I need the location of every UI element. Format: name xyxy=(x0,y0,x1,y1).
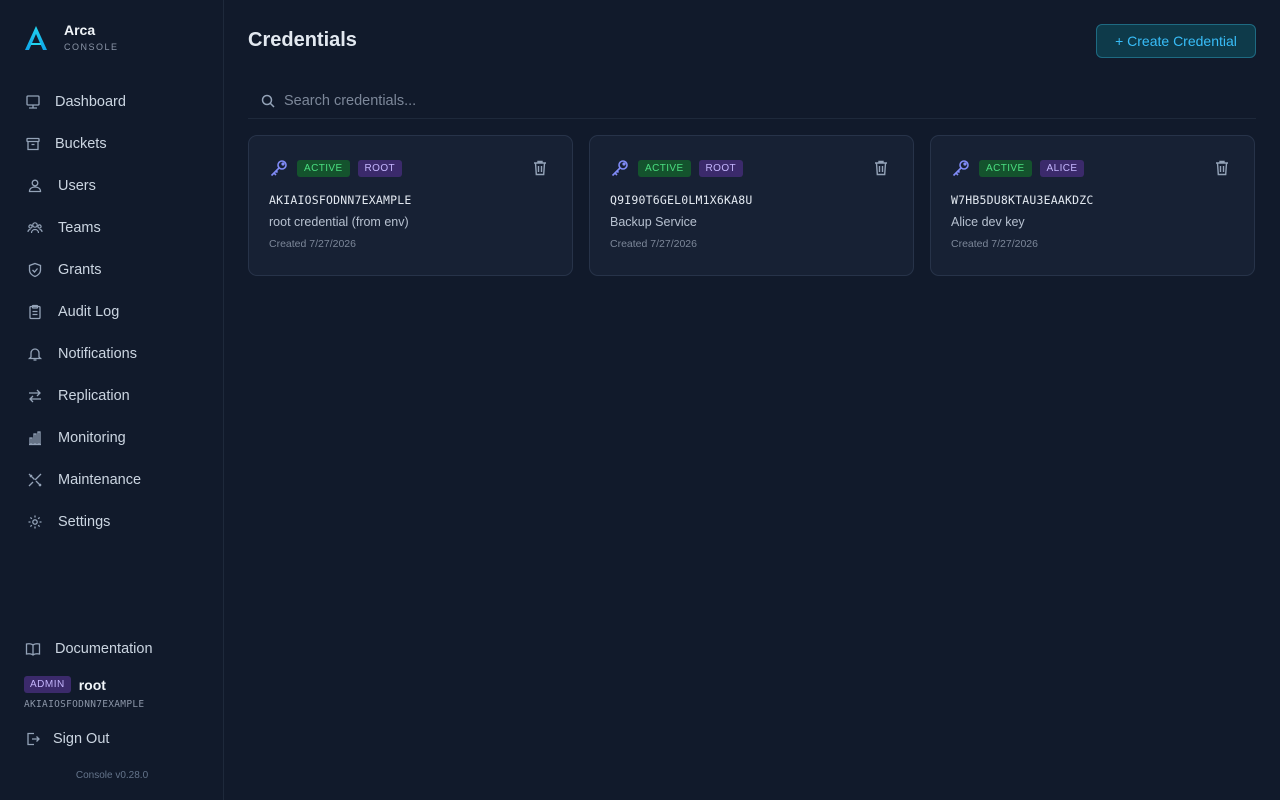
console-version: Console v0.28.0 xyxy=(75,770,149,781)
sidebar-item-replication[interactable]: Replication xyxy=(24,378,210,414)
sidebar-item-notifications[interactable]: Notifications xyxy=(24,336,210,372)
delete-credential-icon[interactable] xyxy=(873,159,889,177)
sidebar-nav: Dashboard Buckets Users Teams Grants Aud… xyxy=(24,84,210,546)
owner-badge: ROOT xyxy=(698,159,744,177)
sidebar-item-label: Monitoring xyxy=(58,430,126,446)
created-date: Created 7/27/2026 xyxy=(951,238,1038,250)
create-credential-button[interactable]: + Create Credential xyxy=(1096,24,1256,58)
search-input[interactable] xyxy=(284,93,1184,109)
clipboard-icon xyxy=(26,303,44,321)
sidebar-item-grants[interactable]: Grants xyxy=(24,252,210,288)
arrows-icon xyxy=(26,387,44,405)
bell-icon xyxy=(26,345,44,363)
owner-badge: ALICE xyxy=(1039,159,1085,177)
documentation-link[interactable]: Documentation xyxy=(24,638,153,660)
sidebar-item-monitoring[interactable]: Monitoring xyxy=(24,420,210,456)
access-key: W7HB5DU8KTAU3EAAKDZC xyxy=(951,193,1094,207)
user-name: root xyxy=(78,676,106,693)
credential-description: root credential (from env) xyxy=(269,215,409,229)
dashboard-icon xyxy=(24,93,42,111)
access-key: Q9I90T6GEL0LM1X6KA8U xyxy=(610,193,753,207)
search-icon xyxy=(260,93,276,109)
sidebar-item-label: Maintenance xyxy=(58,472,142,488)
sidebar-item-settings[interactable]: Settings xyxy=(24,504,210,540)
delete-credential-icon[interactable] xyxy=(532,159,548,177)
sidebar-item-label: Audit Log xyxy=(58,304,120,320)
access-key: AKIAIOSFODNN7EXAMPLE xyxy=(269,193,412,207)
user-icon xyxy=(26,177,44,195)
sidebar-item-label: Settings xyxy=(58,514,111,530)
brand[interactable]: Arca CONSOLE xyxy=(24,22,119,53)
shield-check-icon xyxy=(26,261,44,279)
sidebar-item-audit-log[interactable]: Audit Log xyxy=(24,294,210,330)
archive-icon xyxy=(24,135,42,153)
key-icon xyxy=(269,158,289,178)
arca-logo-icon xyxy=(25,25,47,50)
sign-out-icon xyxy=(24,730,42,748)
key-icon xyxy=(951,158,971,178)
status-badge: ACTIVE xyxy=(297,159,350,177)
gear-icon xyxy=(26,513,44,531)
credential-description: Backup Service xyxy=(610,215,697,229)
status-badge: ACTIVE xyxy=(638,159,691,177)
search-bar xyxy=(248,84,1256,119)
documentation-label: Documentation xyxy=(55,641,153,657)
sidebar-item-label: Grants xyxy=(58,262,102,278)
bar-chart-icon xyxy=(26,429,44,447)
teams-icon xyxy=(26,219,44,237)
credential-card[interactable]: ACTIVE ALICE W7HB5DU8KTAU3EAAKDZC Alice … xyxy=(930,135,1255,276)
book-icon xyxy=(24,640,42,658)
sidebar-item-dashboard[interactable]: Dashboard xyxy=(24,84,210,120)
key-icon xyxy=(610,158,630,178)
sidebar-item-label: Notifications xyxy=(58,346,137,362)
sidebar-item-label: Buckets xyxy=(55,136,107,152)
user-access-key: AKIAIOSFODNN7EXAMPLE xyxy=(24,699,145,710)
brand-name: Arca xyxy=(64,22,96,38)
sidebar: Arca CONSOLE Dashboard Buckets Users Tea… xyxy=(0,0,224,800)
sidebar-item-teams[interactable]: Teams xyxy=(24,210,210,246)
sidebar-item-users[interactable]: Users xyxy=(24,168,210,204)
credential-description: Alice dev key xyxy=(951,215,1025,229)
sidebar-item-label: Replication xyxy=(58,388,130,404)
credential-card[interactable]: ACTIVE ROOT Q9I90T6GEL0LM1X6KA8U Backup … xyxy=(589,135,914,276)
created-date: Created 7/27/2026 xyxy=(610,238,697,250)
sidebar-item-label: Teams xyxy=(58,220,101,236)
sidebar-item-buckets[interactable]: Buckets xyxy=(24,126,210,162)
delete-credential-icon[interactable] xyxy=(1214,159,1230,177)
sign-out-button[interactable]: Sign Out xyxy=(24,729,109,749)
status-badge: ACTIVE xyxy=(979,159,1032,177)
page-title: Credentials xyxy=(248,29,357,51)
sidebar-item-label: Users xyxy=(58,178,96,194)
created-date: Created 7/27/2026 xyxy=(269,238,356,250)
sidebar-item-label: Dashboard xyxy=(55,94,126,110)
brand-subtitle: CONSOLE xyxy=(64,42,119,52)
current-user: ADMIN root AKIAIOSFODNN7EXAMPLE xyxy=(24,676,144,710)
owner-badge: ROOT xyxy=(357,159,403,177)
sign-out-label: Sign Out xyxy=(53,731,110,747)
role-badge: ADMIN xyxy=(24,676,71,693)
credential-list: ACTIVE ROOT AKIAIOSFODNN7EXAMPLE root cr… xyxy=(248,135,1256,276)
tools-icon xyxy=(26,471,44,489)
sidebar-item-maintenance[interactable]: Maintenance xyxy=(24,462,210,498)
credential-card[interactable]: ACTIVE ROOT AKIAIOSFODNN7EXAMPLE root cr… xyxy=(248,135,573,276)
